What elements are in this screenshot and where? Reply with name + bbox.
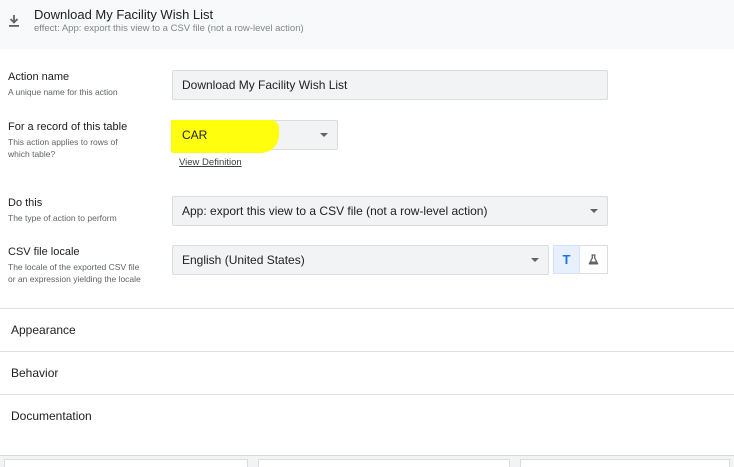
chevron-down-icon	[531, 258, 539, 262]
section-behavior-label: Behavior	[11, 366, 59, 380]
do-this-description: The type of action to perform	[8, 213, 117, 223]
table-description-1: This action applies to rows of	[8, 137, 118, 147]
table-label: For a record of this table	[8, 121, 128, 133]
locale-value: English (United States)	[182, 253, 305, 267]
table-value: CAR	[182, 128, 208, 142]
do-this-value: App: export this view to a CSV file (not…	[182, 204, 488, 218]
action-effect-subtitle: effect: App: export this view to a CSV f…	[34, 23, 304, 34]
text-mode-button[interactable]: T	[553, 245, 580, 274]
section-documentation[interactable]: Documentation	[0, 394, 734, 437]
chevron-down-icon	[320, 133, 328, 137]
action-title: Download My Facility Wish List	[34, 7, 214, 22]
section-behavior[interactable]: Behavior	[0, 351, 734, 394]
locale-select[interactable]: English (United States)	[172, 245, 549, 275]
do-this-label: Do this	[8, 197, 43, 209]
action-header: Download My Facility Wish List effect: A…	[0, 0, 734, 49]
do-this-select[interactable]: App: export this view to a CSV file (not…	[172, 196, 608, 226]
download-icon[interactable]	[8, 14, 20, 28]
section-appearance-label: Appearance	[11, 323, 76, 337]
view-definition-link[interactable]: View Definition	[179, 157, 242, 168]
text-mode-icon: T	[562, 252, 571, 267]
locale-description-2: or an expression yielding the locale	[8, 274, 141, 284]
section-appearance[interactable]: Appearance	[0, 308, 734, 351]
section-documentation-label: Documentation	[11, 409, 92, 423]
expression-mode-button[interactable]	[580, 245, 608, 274]
locale-label: CSV file locale	[8, 246, 80, 258]
table-description-2: which table?	[8, 149, 56, 159]
locale-description-1: The locale of the exported CSV file	[8, 262, 140, 272]
flask-icon	[588, 254, 599, 265]
action-name-label: Action name	[8, 71, 70, 83]
action-name-input[interactable]: Download My Facility Wish List	[172, 70, 608, 100]
action-name-description: A unique name for this action	[8, 87, 118, 97]
chevron-down-icon	[590, 209, 598, 213]
action-name-value: Download My Facility Wish List	[182, 78, 348, 92]
